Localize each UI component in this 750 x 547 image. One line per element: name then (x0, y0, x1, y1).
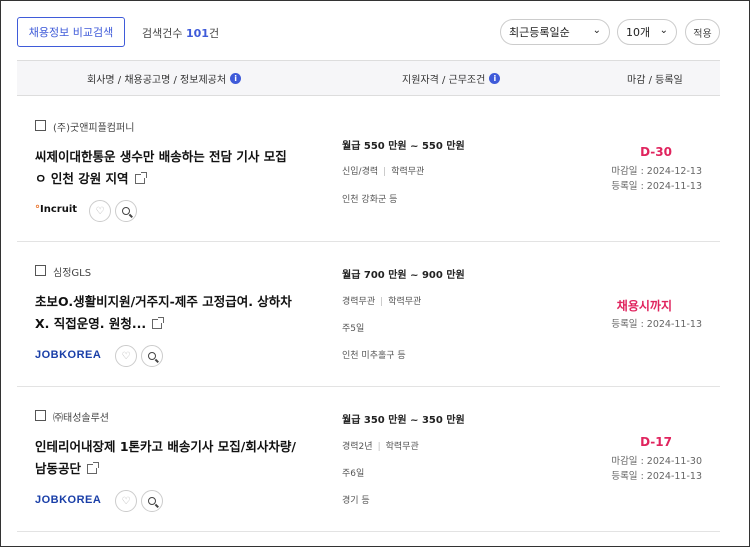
workdays: 주5일 (342, 324, 365, 334)
deadline-badge: D-30 (640, 145, 672, 159)
favorite-button[interactable]: ♡ (115, 345, 137, 367)
table-row: (주)굿앤피플컴퍼니 씨제이대한통운 생수만 배송하는 전담 기사 모집 ㅇ 인… (17, 97, 720, 242)
company-name[interactable]: (주)굿앤피플컴퍼니 (53, 119, 134, 134)
header-qualification: 지원자격 / 근무조건 i (402, 71, 501, 86)
select-checkbox[interactable] (35, 120, 46, 131)
deadline-badge: D-17 (640, 435, 672, 449)
search-icon (148, 497, 156, 505)
header-company-title-source: 회사명 / 채용공고명 / 정보제공처 i (87, 71, 242, 86)
external-link-icon (87, 462, 100, 474)
compare-search-button[interactable]: 채용정보 비교검색 (17, 17, 125, 47)
search-button[interactable] (141, 490, 163, 512)
table-header: 회사명 / 채용공고명 / 정보제공처 i 지원자격 / 근무조건 i 마감 /… (17, 60, 720, 96)
company-name[interactable]: ㈜태성솔루션 (53, 409, 109, 424)
heart-icon: ♡ (121, 350, 131, 362)
search-button[interactable] (115, 200, 137, 222)
select-checkbox[interactable] (35, 265, 46, 276)
job-title-link[interactable]: 인테리어내장제 1톤카고 배송기사 모집/회사차량/ 남동공단 (35, 436, 305, 480)
sort-select[interactable]: 최근등록일순 ⌄ (500, 19, 610, 45)
info-icon[interactable]: i (489, 73, 501, 84)
select-checkbox[interactable] (35, 410, 46, 421)
header-deadline: 마감 / 등록일 (627, 75, 683, 86)
source-logo-incruit[interactable]: °Incruit (35, 204, 77, 215)
job-title-link[interactable]: 씨제이대한통운 생수만 배송하는 전담 기사 모집 ㅇ 인천 강원 지역 (35, 146, 305, 190)
source-logo-jobkorea[interactable]: JOBKOREA (35, 349, 101, 361)
source-logo-jobkorea[interactable]: JOBKOREA (35, 494, 101, 506)
search-icon (148, 352, 156, 360)
toolbar: 채용정보 비교검색 검색건수 101건 최근등록일순 ⌄ 10개 ⌄ 적용 (17, 17, 720, 47)
salary: 월급 350 만원 ~ 350 만원 (342, 415, 465, 426)
per-page-select[interactable]: 10개 ⌄ (617, 19, 677, 45)
result-count: 검색건수 101건 (142, 27, 220, 40)
dates: 등록일 : 2024-11-13 (611, 319, 702, 330)
table-row: 심정GLS 초보O.생활비지원/거주지-제주 고정급여. 상하차 X. 직접운영… (17, 242, 720, 387)
result-count-number: 101 (185, 27, 209, 40)
deadline-badge: 채용시까지 (616, 299, 672, 313)
chevron-down-icon: ⌄ (659, 25, 668, 36)
career-education: 경력무관 | 학력무관 (342, 297, 422, 307)
favorite-button[interactable]: ♡ (89, 200, 111, 222)
dates: 마감일 : 2024-11-30 등록일 : 2024-11-13 (611, 456, 702, 482)
workdays: 주6일 (342, 469, 365, 479)
favorite-button[interactable]: ♡ (115, 490, 137, 512)
info-icon[interactable]: i (230, 73, 242, 84)
dates: 마감일 : 2024-12-13 등록일 : 2024-11-13 (611, 166, 702, 192)
career-education: 신입/경력 | 학력무관 (342, 167, 425, 177)
external-link-icon (152, 317, 165, 329)
location: 인천 강화군 등 (342, 195, 398, 205)
search-button[interactable] (141, 345, 163, 367)
apply-button[interactable]: 적용 (685, 19, 720, 45)
heart-icon: ♡ (95, 205, 105, 217)
external-link-icon (134, 172, 147, 184)
chevron-down-icon: ⌄ (592, 25, 601, 36)
job-title-link[interactable]: 초보O.생활비지원/거주지-제주 고정급여. 상하차 X. 직접운영. 원청..… (35, 291, 305, 335)
salary: 월급 700 만원 ~ 900 만원 (342, 270, 465, 281)
search-icon (122, 207, 130, 215)
table-row: ㈜태성솔루션 인테리어내장제 1톤카고 배송기사 모집/회사차량/ 남동공단 J… (17, 387, 720, 532)
location: 경기 등 (342, 496, 370, 506)
career-education: 경력2년 | 학력무관 (342, 442, 419, 452)
salary: 월급 550 만원 ~ 550 만원 (342, 141, 465, 152)
heart-icon: ♡ (121, 495, 131, 507)
location: 인천 미추홀구 등 (342, 351, 406, 361)
company-name[interactable]: 심정GLS (53, 264, 91, 279)
